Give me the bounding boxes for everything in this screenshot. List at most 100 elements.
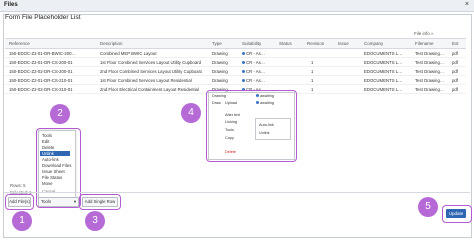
col-status[interactable]: Status [279, 41, 292, 46]
cell-ext: pdf [452, 59, 458, 65]
popup-row-b-label: Draw [212, 101, 221, 105]
status-dot-icon [242, 69, 245, 73]
cell-suitability: CR - As… [242, 69, 265, 74]
menu-item-unlink[interactable]: Unlink [40, 151, 70, 156]
submenu-auto-link[interactable]: Auto-link [259, 123, 274, 127]
cell-suitability: CR - As… [242, 51, 265, 56]
cell-type: Drawing [212, 59, 228, 65]
cell-reference: 150-EDOC-Z2-01-DR-CS-200-01 [9, 59, 73, 65]
col-type[interactable]: Type [212, 41, 222, 46]
callout-4: 4 [181, 103, 201, 123]
cell-company: EDOCUMENTS L… [364, 50, 403, 56]
popup-row-a-status: awaiting [256, 94, 274, 98]
tools-select-label: Tools [41, 199, 52, 204]
col-suitability[interactable]: Suitability [242, 41, 261, 46]
popup-item-tools[interactable]: Tools [225, 128, 234, 132]
col-issue[interactable]: Issue [338, 41, 349, 46]
cell-filename: Test Drawing… [415, 68, 445, 74]
cell-revision: 1 [311, 86, 314, 92]
col-company[interactable]: Company [364, 41, 383, 46]
cell-filename: Test Drawing… [415, 86, 445, 92]
cell-description: 2nd Floor Combined Services Layout Utili… [100, 68, 203, 74]
table-row[interactable]: 150-EDOC-Z2-01-DR-BWIC-200… Combined MEP… [5, 49, 466, 58]
submenu-unlink[interactable]: Unlink [259, 131, 270, 135]
window-title: Files [4, 2, 18, 8]
table-row[interactable]: 150-EDOC-Z2-01-DR-CS-200-01 1st Floor Co… [5, 58, 466, 67]
popup-item-after-text[interactable]: After text [225, 113, 240, 117]
file-info-toggle[interactable]: File info » [414, 31, 434, 36]
cell-ext: pdf [452, 50, 458, 56]
callout-3: 3 [85, 211, 105, 231]
col-description[interactable]: Description [100, 41, 123, 46]
popup-item-linking[interactable]: Linking [225, 120, 237, 124]
cell-revision: 1 [311, 68, 314, 74]
cell-type: Drawing [212, 68, 228, 74]
col-reference[interactable]: Reference [9, 41, 30, 46]
cell-suitability: CR - As… [242, 60, 265, 65]
menu-item-auto-link[interactable]: Auto-link [42, 157, 59, 162]
menu-item-download[interactable]: Download Files [42, 163, 71, 168]
menu-item-file-status[interactable]: File Status [42, 175, 62, 180]
context-popup: Drawing awaiting Draw awaiting Upload Af… [208, 92, 295, 160]
table-row[interactable]: 150-EDOC-Z2-02-DR-CS-200-01 2nd Floor Co… [5, 67, 466, 76]
callout-1: 1 [12, 211, 32, 231]
cell-type: Drawing [212, 50, 228, 56]
close-icon[interactable]: × [465, 1, 469, 8]
cell-description: 1st Floor Combined Services Layout Resid… [100, 77, 192, 83]
col-ext[interactable]: Ext [452, 41, 459, 46]
cell-company: EDOCUMENTS L… [364, 86, 403, 92]
cell-revision: 1 [311, 77, 314, 83]
panel-title: Form File Placeholder List [5, 14, 81, 21]
cell-suitability: CR - As… [242, 78, 265, 83]
status-dot-icon [242, 51, 245, 55]
status-dot-icon [242, 78, 245, 82]
file-table: Reference Description Type Suitability S… [5, 38, 466, 94]
popup-row-b-status: awaiting [256, 101, 274, 105]
status-dot-icon [242, 60, 245, 64]
add-file-button[interactable]: Add File(s) [8, 197, 31, 207]
footer-divider [4, 192, 470, 195]
status-dot-icon [256, 101, 259, 104]
cell-reference: 150-EDOC-Z2-02-DR-CS-210-01 [9, 86, 73, 92]
chevron-down-icon: ▾ [73, 199, 76, 204]
menu-item-tools[interactable]: Tools [42, 133, 52, 138]
callout-2: 2 [50, 104, 70, 124]
col-revision[interactable]: Revision [307, 41, 324, 46]
cell-company: EDOCUMENTS L… [364, 68, 403, 74]
cell-type: Drawing [212, 77, 228, 83]
table-header: Reference Description Type Suitability S… [5, 39, 466, 49]
col-filename[interactable]: Filename [415, 41, 434, 46]
popup-item-delete[interactable]: Delete [225, 150, 236, 154]
window-titlebar: Files × [0, 0, 474, 12]
update-button[interactable]: Update [446, 209, 466, 218]
popup-submenu: Auto-link Unlink [255, 118, 291, 140]
cell-reference: 150-EDOC-Z2-01-DR-CS-210-01 [9, 77, 73, 83]
cell-description: Combined MEP BWIC Layout [100, 50, 157, 56]
cell-reference: 150-EDOC-Z2-01-DR-BWIC-200… [9, 50, 76, 56]
cell-ext: pdf [452, 68, 458, 74]
tools-select[interactable]: Tools ▾ [38, 197, 79, 207]
menu-item-delete[interactable]: Delete [42, 145, 54, 150]
status-dot-icon [256, 94, 259, 97]
popup-item-copy[interactable]: Copy [225, 136, 234, 140]
tools-menu: Tools Edit Delete Unlink Auto-link Downl… [38, 130, 76, 198]
cell-company: EDOCUMENTS L… [364, 77, 403, 83]
cell-filename: Test Drawing… [415, 77, 445, 83]
popup-row-a-label: Drawing [212, 94, 226, 98]
menu-item-move[interactable]: Move [42, 181, 53, 186]
cell-revision: 1 [311, 59, 314, 65]
cell-description: 2nd Floor Electrical Containment Layout … [100, 86, 199, 92]
callout-5: 5 [418, 197, 438, 217]
cell-description: 1st Floor Combined Services Layout Utili… [100, 59, 202, 65]
cell-ext: pdf [452, 77, 458, 83]
cell-reference: 150-EDOC-Z2-02-DR-CS-200-01 [9, 68, 73, 74]
cell-filename: Test Drawing… [415, 59, 445, 65]
rows-count: Rows: 5 [10, 183, 26, 188]
cell-company: EDOCUMENTS L… [364, 59, 403, 65]
add-single-row-button[interactable]: Add Single Row [82, 197, 118, 207]
menu-item-edit[interactable]: Edit [42, 139, 49, 144]
popup-upload[interactable]: Upload [225, 101, 237, 105]
menu-item-issue-sheet[interactable]: Issue Sheet [42, 169, 65, 174]
cell-filename: Test Drawing… [415, 50, 445, 56]
table-row[interactable]: 150-EDOC-Z2-01-DR-CS-210-01 1st Floor Co… [5, 76, 466, 85]
